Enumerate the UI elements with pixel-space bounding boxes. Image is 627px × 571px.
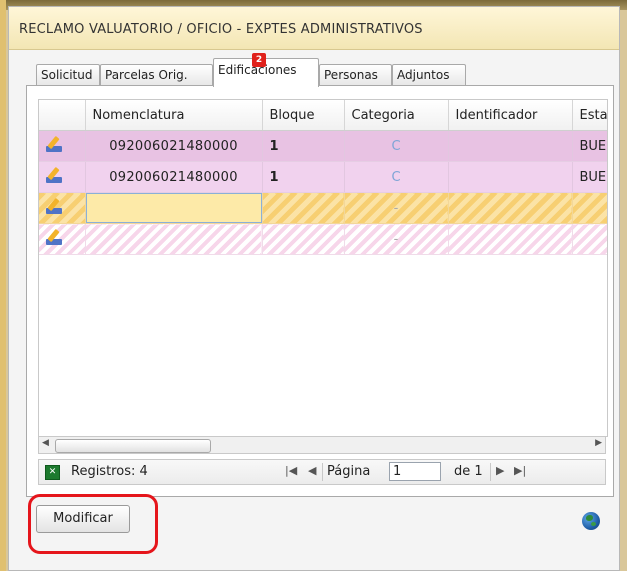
page-number-input[interactable]: 1 [389,462,441,481]
tab-count-badge: 2 [252,53,266,67]
nomenclatura-input[interactable] [85,193,261,223]
page-total-label: de 1 [454,464,483,479]
row-edit-cell[interactable] [39,192,86,224]
globe-icon[interactable] [582,512,600,530]
edit-pencil-icon[interactable] [46,135,62,152]
column-header-estado[interactable]: Estado [572,100,607,131]
column-header-nomenclatura[interactable]: Nomenclatura [85,100,263,131]
scroll-left-arrow-icon[interactable]: ◀ [42,438,49,448]
cell-categoria[interactable]: - [344,223,449,255]
cell-categoria[interactable]: - [344,192,449,224]
cell-nomenclatura[interactable]: 092006021480000 [85,130,263,162]
table-row[interactable]: 092006021480000 1 C BUENO [39,161,607,193]
header-row: Nomenclatura Bloque Categoria Identifica… [39,100,607,131]
cell-bloque[interactable]: 1 [262,130,345,162]
scroll-right-arrow-icon[interactable]: ▶ [595,438,602,448]
pager-divider [322,463,323,481]
cell-categoria[interactable]: C [344,130,449,162]
cell-identificador[interactable] [448,130,573,162]
tab-personas[interactable]: Personas [319,64,392,86]
cell-categoria[interactable]: C [344,161,449,193]
table-row-new[interactable]: - [39,192,607,224]
column-header-categoria[interactable]: Categoria [344,100,449,131]
pager-divider [490,463,491,481]
tab-edificaciones[interactable]: Edificaciones [213,58,319,87]
tab-content-panel: Nomenclatura Bloque Categoria Identifica… [26,85,614,497]
grid-pager: ✕ Registros: 4 |◀ ◀ Página 1 de 1 ▶ ▶| [38,459,606,485]
title-bar: RECLAMO VALUATORIO / OFICIO - EXPTES ADM… [9,7,619,50]
column-header-actions [39,100,86,131]
cell-identificador[interactable] [448,161,573,193]
next-page-icon[interactable]: ▶ [496,464,504,477]
cell-nomenclatura[interactable] [85,223,263,255]
tab-adjuntos[interactable]: Adjuntos [392,64,466,86]
window-title: RECLAMO VALUATORIO / OFICIO - EXPTES ADM… [19,22,423,37]
cell-estado[interactable] [572,192,607,224]
table-row-new[interactable]: - [39,223,607,255]
table-row[interactable]: 092006021480000 1 C BUENO [39,130,607,162]
cell-estado[interactable]: BUENO [572,130,607,162]
edit-pencil-icon[interactable] [46,166,62,183]
column-header-bloque[interactable]: Bloque [262,100,345,131]
desktop-left-edge [0,0,6,571]
cell-identificador[interactable] [448,192,573,224]
excel-export-icon[interactable]: ✕ [45,465,60,480]
column-header-identificador[interactable]: Identificador [448,100,573,131]
grid-table: Nomenclatura Bloque Categoria Identifica… [39,100,607,255]
horizontal-scrollbar[interactable]: ◀ ▶ [38,436,606,454]
first-page-icon[interactable]: |◀ [285,464,297,477]
cell-bloque[interactable] [262,223,345,255]
cell-nomenclatura-editor[interactable] [85,192,263,224]
highlight-annotation [28,494,158,554]
tab-parcelas-orig[interactable]: Parcelas Orig. [100,64,213,86]
page-label: Página [327,464,371,479]
row-edit-cell[interactable] [39,223,86,255]
records-count: Registros: 4 [71,464,148,479]
prev-page-icon[interactable]: ◀ [308,464,316,477]
cell-estado[interactable]: BUENO [572,161,607,193]
cell-estado[interactable] [572,223,607,255]
edit-pencil-icon[interactable] [46,228,62,245]
edificaciones-grid: Nomenclatura Bloque Categoria Identifica… [38,99,608,437]
edit-pencil-icon[interactable] [46,197,62,214]
scrollbar-thumb[interactable] [55,439,211,453]
tab-solicitud[interactable]: Solicitud [36,64,100,86]
row-edit-cell[interactable] [39,161,86,193]
row-edit-cell[interactable] [39,130,86,162]
cell-identificador[interactable] [448,223,573,255]
cell-nomenclatura[interactable]: 092006021480000 [85,161,263,193]
cell-bloque[interactable]: 1 [262,161,345,193]
cell-bloque[interactable] [262,192,345,224]
last-page-icon[interactable]: ▶| [514,464,526,477]
